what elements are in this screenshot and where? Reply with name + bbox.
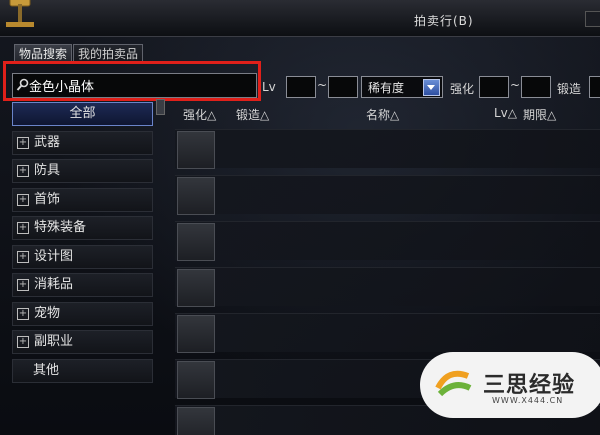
- category-blueprint[interactable]: + 设计图: [12, 244, 153, 269]
- item-slot[interactable]: [177, 407, 215, 435]
- category-pet[interactable]: + 宠物: [12, 301, 153, 326]
- lv-min-input[interactable]: [286, 76, 316, 98]
- title-bar: 拍卖行(B): [0, 0, 600, 37]
- category-label: 宠物: [34, 305, 61, 321]
- item-slot[interactable]: [177, 269, 215, 307]
- category-label: 设计图: [34, 248, 74, 264]
- table-header: 强化△ 锻造△ 名称△ Lv△ 期限△: [180, 106, 600, 124]
- gavel-icon: [6, 0, 34, 27]
- column-forge[interactable]: 锻造△: [236, 106, 269, 123]
- category-label: 全部: [69, 106, 96, 121]
- expand-icon[interactable]: +: [17, 307, 29, 320]
- watermark-logo-icon: [433, 363, 473, 403]
- category-weapon[interactable]: + 武器: [12, 130, 153, 155]
- expand-icon[interactable]: +: [17, 250, 29, 263]
- forge-label: 锻造: [557, 82, 582, 96]
- table-row[interactable]: [175, 221, 600, 261]
- category-label: 防具: [34, 163, 61, 178]
- table-row[interactable]: [175, 313, 600, 353]
- category-all[interactable]: 全部: [12, 102, 153, 126]
- watermark-text: 三思经验: [483, 373, 576, 398]
- category-label: 特殊装备: [34, 220, 87, 235]
- rarity-select[interactable]: 稀有度: [361, 76, 443, 98]
- highlight-box: [3, 61, 261, 101]
- column-name[interactable]: 名称△: [366, 106, 399, 123]
- lv-label: Lv: [262, 80, 276, 94]
- chevron-down-icon[interactable]: [423, 79, 440, 96]
- category-consumable[interactable]: + 消耗品: [12, 273, 153, 297]
- item-slot[interactable]: [177, 131, 215, 169]
- category-label: 消耗品: [34, 277, 74, 292]
- category-label: 副职业: [34, 334, 74, 349]
- table-row[interactable]: [175, 129, 600, 169]
- expand-icon[interactable]: +: [17, 136, 29, 149]
- auction-window: 拍卖行(B) 物品搜索 我的拍卖品 Lv ~ 稀有度 强化 ~ 锻造 全部 +武…: [0, 0, 600, 435]
- category-special-equipment[interactable]: + 特殊装备: [12, 216, 153, 240]
- column-period[interactable]: 期限△: [523, 106, 556, 123]
- forge-input[interactable]: [589, 76, 600, 98]
- watermark-url: WWW.X444.CN: [492, 396, 564, 405]
- item-slot[interactable]: [177, 177, 215, 215]
- table-row[interactable]: [175, 175, 600, 215]
- expand-icon[interactable]: +: [17, 336, 29, 348]
- item-slot[interactable]: [177, 315, 215, 353]
- enhance-label: 强化: [450, 82, 475, 96]
- rarity-select-value: 稀有度: [368, 81, 405, 95]
- category-sub-job[interactable]: + 副职业: [12, 330, 153, 354]
- scrollbar-handle[interactable]: [156, 99, 165, 115]
- category-jewelry[interactable]: + 首饰: [12, 187, 153, 212]
- category-label: 其他: [33, 362, 60, 378]
- expand-icon[interactable]: +: [17, 165, 29, 177]
- column-enhance[interactable]: 强化△: [183, 106, 216, 123]
- category-other[interactable]: 其他: [12, 358, 153, 383]
- column-lv[interactable]: Lv△: [494, 106, 517, 120]
- lv-max-input[interactable]: [328, 76, 358, 98]
- close-button[interactable]: [585, 11, 600, 27]
- category-armor[interactable]: + 防具: [12, 159, 153, 183]
- enhance-tilde: ~: [510, 78, 521, 92]
- category-list: 全部 + 武器 + 防具 + 首饰 + 特殊装备 + 设计图 + 消耗品 + 宠物 + 副职业 …: [12, 102, 153, 387]
- category-label: 首饰: [34, 191, 61, 207]
- expand-icon[interactable]: +: [17, 222, 29, 234]
- expand-icon[interactable]: +: [17, 279, 29, 291]
- enhance-max-input[interactable]: [521, 76, 551, 98]
- table-row[interactable]: [175, 267, 600, 307]
- enhance-min-input[interactable]: [479, 76, 509, 98]
- window-title: 拍卖行(B): [414, 14, 474, 28]
- category-label: 武器: [34, 134, 61, 150]
- lv-tilde: ~: [317, 78, 328, 92]
- item-slot[interactable]: [177, 223, 215, 261]
- item-slot[interactable]: [177, 361, 215, 399]
- expand-icon[interactable]: +: [17, 193, 29, 206]
